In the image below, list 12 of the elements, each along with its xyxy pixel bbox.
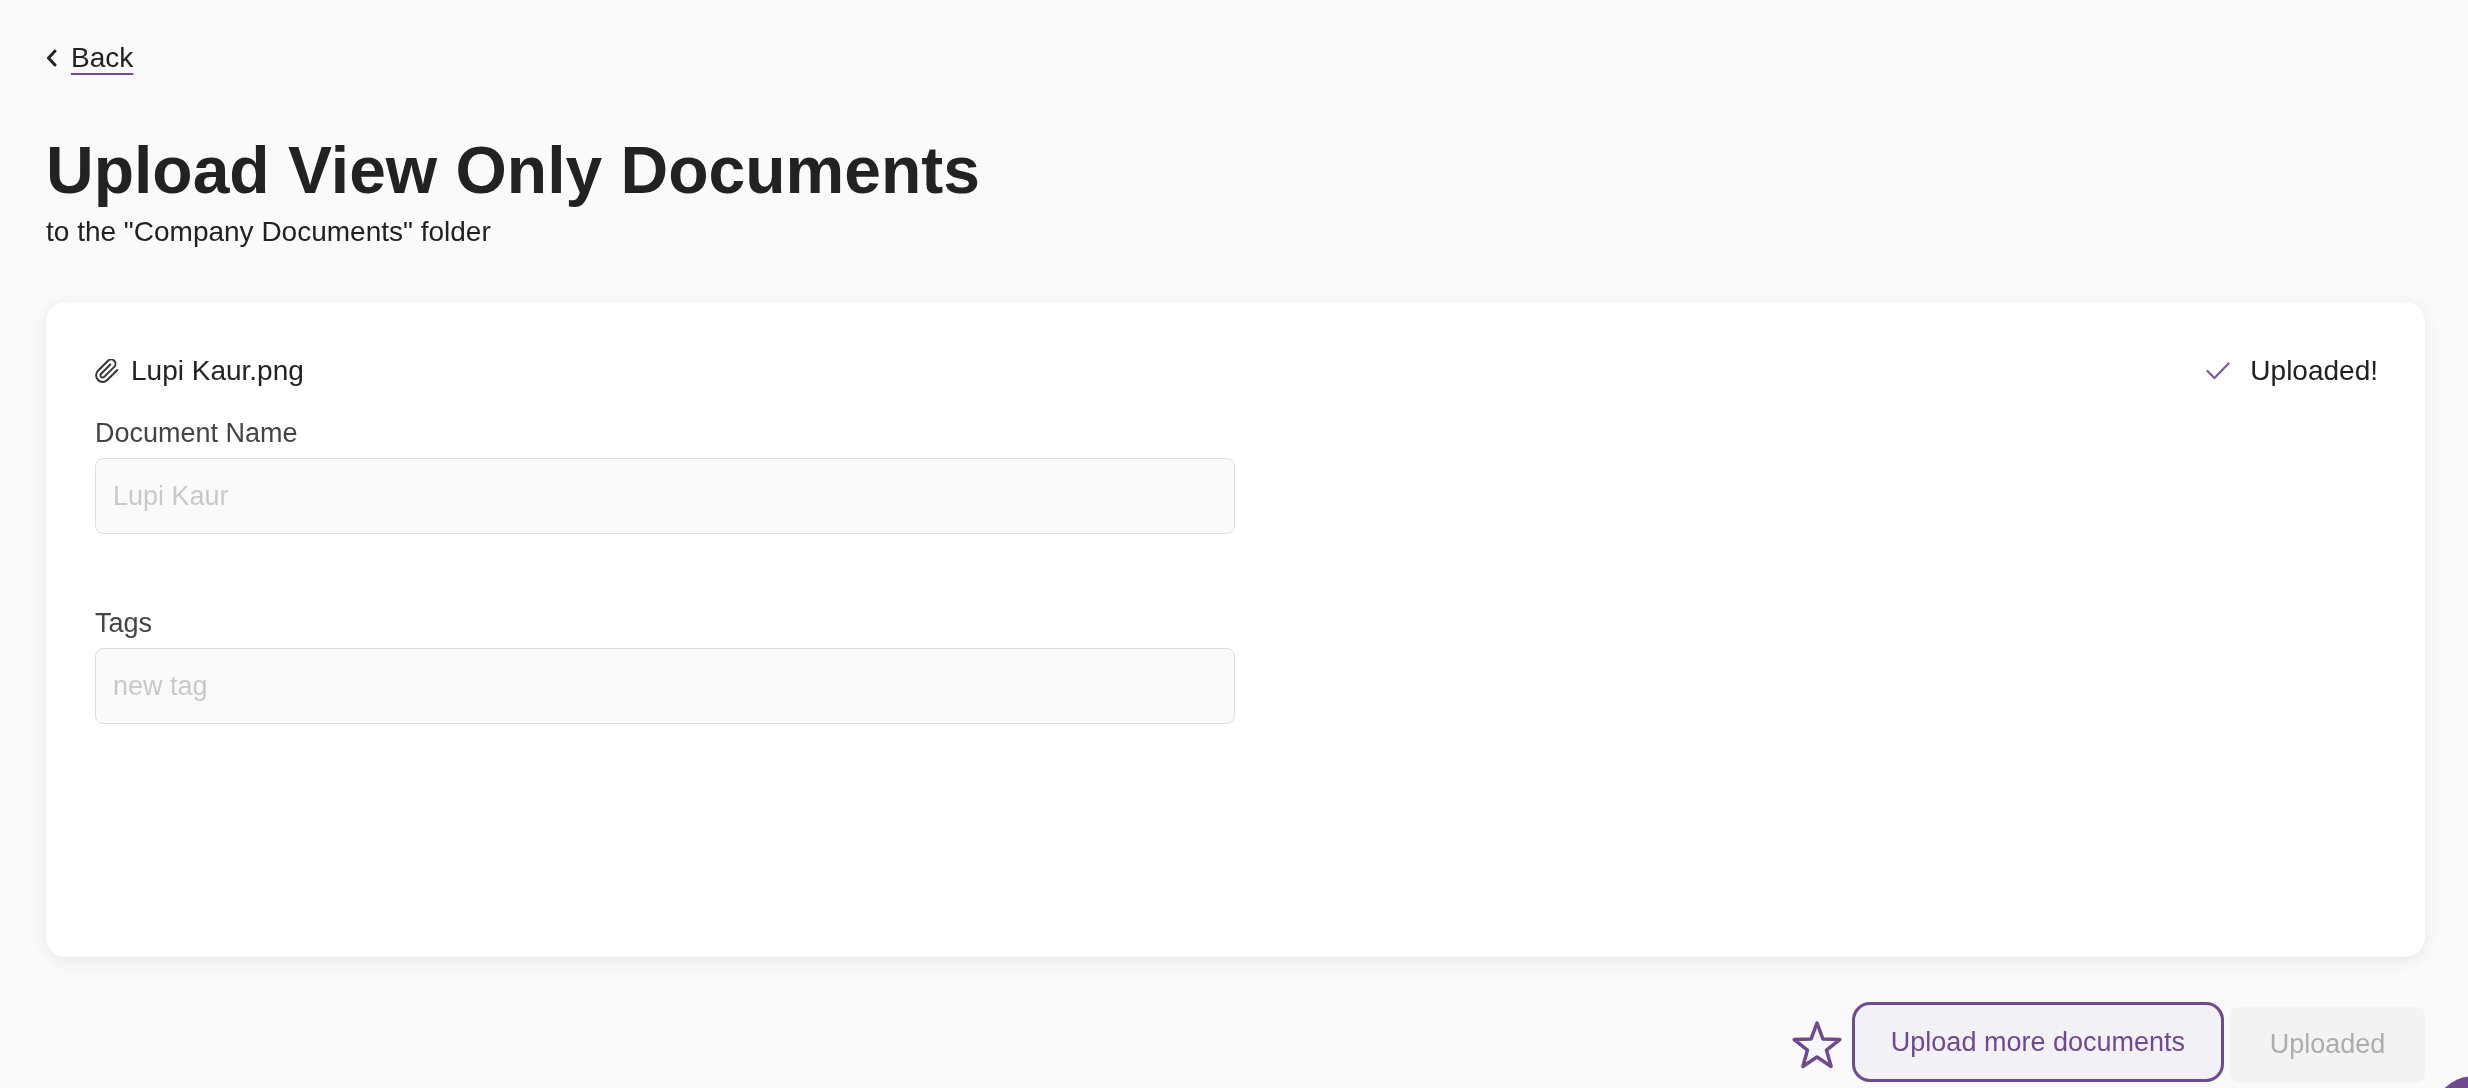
page-subtitle: to the "Company Documents" folder <box>46 215 491 249</box>
page-title: Upload View Only Documents <box>46 134 980 207</box>
field-label: Tags <box>95 607 153 640</box>
back-link[interactable]: Back <box>46 40 134 76</box>
file-name: Lupi Kaur.png <box>131 354 304 388</box>
chevron-left-icon <box>46 49 57 67</box>
upload-status: Uploaded! <box>2250 354 2378 388</box>
action-button[interactable]: Upload more documents <box>1851 1002 2224 1082</box>
check-icon <box>2206 362 2231 380</box>
field-label: Document Name <box>95 417 298 450</box>
star-icon[interactable] <box>1790 1020 1843 1070</box>
paperclip-icon <box>95 359 119 383</box>
